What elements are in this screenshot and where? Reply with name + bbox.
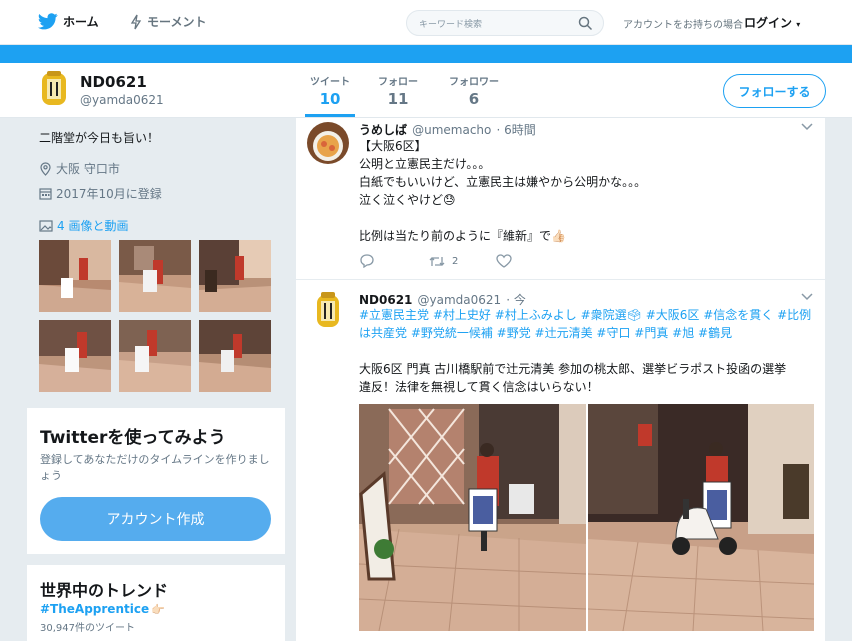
tweet-actions: 2 bbox=[359, 254, 513, 268]
login-label: ログイン bbox=[744, 16, 793, 30]
retweet-icon[interactable] bbox=[428, 255, 446, 268]
search-placeholder: キーワード検索 bbox=[419, 20, 483, 30]
reply-icon[interactable] bbox=[359, 254, 375, 268]
have-account-text: アカウントをお持ちの場合 bbox=[623, 20, 743, 31]
chevron-down-icon[interactable] bbox=[801, 293, 813, 301]
calendar-icon bbox=[39, 188, 52, 200]
tweet-author-name[interactable]: ND0621 bbox=[359, 293, 412, 307]
profile-bio: 二階堂が今日も旨い！ bbox=[39, 131, 160, 145]
tweet-time[interactable]: · 今 bbox=[506, 293, 526, 307]
nav-moments[interactable]: モーメント bbox=[130, 13, 207, 30]
profile-joined: 2017年10月に登録 bbox=[39, 185, 162, 202]
profile-name[interactable]: ND0621 bbox=[80, 73, 147, 91]
tweet-time[interactable]: · 6時間 bbox=[496, 123, 535, 137]
tweet-author-name[interactable]: うめしば bbox=[359, 123, 407, 137]
tweet-line: 違反！法律を無視して貫く信念はいらない！ bbox=[359, 380, 599, 394]
trends-card: 世界中のトレンド #TheApprentice 👉🏻 30,947件のツイート bbox=[27, 565, 285, 641]
media-thumbnail[interactable] bbox=[199, 320, 271, 392]
search-icon[interactable] bbox=[578, 16, 593, 31]
search-input[interactable]: キーワード検索 bbox=[406, 10, 604, 36]
tweet-hashtags[interactable]: #立憲民主党 #村上史好 #村上ふみよし #衆院選🗳 #大阪6区 #信念を貫く … bbox=[359, 306, 819, 324]
stat-tweets[interactable]: ツイート 10 bbox=[305, 73, 355, 108]
media-link[interactable]: 4 画像と動画 bbox=[39, 217, 128, 234]
tweet-line bbox=[359, 209, 819, 227]
image-icon bbox=[39, 219, 53, 232]
trends-title: 世界中のトレンド bbox=[40, 581, 169, 600]
signup-text: 登録してあなただけのタイムラインを作りましょう bbox=[40, 453, 270, 482]
profile-nav-bar: ND0621 @yamda0621 ツイート 10 フォロー 11 フォロワー … bbox=[0, 63, 852, 118]
create-account-button[interactable]: アカウント作成 bbox=[40, 497, 271, 541]
trend-count: 30,947件のツイート bbox=[40, 623, 135, 634]
profile-avatar[interactable] bbox=[38, 71, 70, 107]
tweet-text: #立憲民主党 #村上史好 #村上ふみよし #衆院選🗳 #大阪6区 #信念を貫く … bbox=[359, 306, 819, 396]
stat-value: 10 bbox=[319, 90, 341, 108]
location-pin-icon bbox=[40, 161, 51, 176]
caret-down-icon: ▾ bbox=[796, 20, 801, 29]
tweet-line: 【大阪6区】 bbox=[359, 139, 427, 153]
tweet-photo[interactable] bbox=[359, 404, 586, 631]
nav-home[interactable]: ホーム bbox=[38, 13, 99, 30]
tweet-author-handle[interactable]: @umemacho bbox=[412, 123, 491, 137]
tweet[interactable]: ND0621 @yamda0621 · 今 #立憲民主党 #村上史好 #村上ふみ… bbox=[296, 281, 825, 641]
media-thumbnail[interactable] bbox=[119, 240, 191, 312]
tweet-line: 白紙でもいいけど、立憲民主は嫌やから公明かな。。。 bbox=[359, 175, 647, 189]
tweet-hashtags[interactable]: は共産党 #野党統一候補 #野党 #辻元清美 #守口 #門真 #旭 #鶴見 bbox=[359, 324, 819, 342]
twitter-bird-icon bbox=[38, 13, 58, 30]
chevron-down-icon[interactable] bbox=[801, 123, 813, 131]
joined-text: 2017年10月に登録 bbox=[56, 187, 162, 201]
signup-title: Twitterを使ってみよう bbox=[40, 428, 226, 448]
active-tab-indicator bbox=[305, 114, 355, 117]
profile-handle[interactable]: @yamda0621 bbox=[80, 93, 164, 107]
trend-item[interactable]: #TheApprentice 👉🏻 bbox=[40, 602, 165, 616]
media-thumbnail[interactable] bbox=[39, 240, 111, 312]
top-navigation: ホーム モーメント キーワード検索 アカウントをお持ちの場合 ログイン ▾ bbox=[0, 0, 852, 45]
heart-icon[interactable] bbox=[496, 254, 513, 268]
tweet-avatar[interactable] bbox=[307, 289, 349, 331]
tweet-photo[interactable] bbox=[588, 404, 814, 631]
stat-label: ツイート bbox=[310, 77, 350, 88]
stat-followers[interactable]: フォロワー 6 bbox=[445, 73, 503, 108]
stat-following[interactable]: フォロー 11 bbox=[373, 73, 423, 108]
stat-label: フォロワー bbox=[449, 77, 499, 88]
media-thumbnail[interactable] bbox=[39, 320, 111, 392]
tweet-avatar[interactable] bbox=[307, 122, 349, 164]
pointing-hand-icon: 👉🏻 bbox=[151, 602, 165, 616]
tweet-line bbox=[359, 342, 819, 360]
trend-tag: #TheApprentice bbox=[40, 602, 150, 616]
tweet-line: 公明と立憲民主だけ。。。 bbox=[359, 157, 491, 171]
profile-location: 大阪 守口市 bbox=[39, 160, 120, 177]
profile-banner bbox=[0, 45, 852, 63]
tweet-text: 【大阪6区】 公明と立憲民主だけ。。。 白紙でもいいけど、立憲民主は嫌やから公明… bbox=[359, 137, 819, 245]
location-text[interactable]: 大阪 守口市 bbox=[56, 160, 120, 177]
follow-button[interactable]: フォローする bbox=[723, 74, 826, 108]
nav-moments-label: モーメント bbox=[147, 15, 207, 29]
tweet-author-handle[interactable]: @yamda0621 bbox=[418, 293, 502, 307]
media-thumbnail[interactable] bbox=[119, 320, 191, 392]
signup-card: Twitterを使ってみよう 登録してあなただけのタイムラインを作りましょう ア… bbox=[27, 408, 285, 554]
lightning-icon bbox=[130, 14, 142, 29]
tweet-line: 大阪6区 門真 古川橋駅前で辻元清美 参加の桃太郎、選挙ビラポスト投函の選挙 bbox=[359, 362, 787, 376]
stat-label: フォロー bbox=[378, 77, 418, 88]
stat-value: 11 bbox=[387, 90, 409, 108]
stat-value: 6 bbox=[468, 90, 480, 108]
tweet-header: うめしば @umemacho · 6時間 bbox=[359, 119, 536, 138]
tweet-line: 泣く泣くやけど😓 bbox=[359, 193, 456, 207]
timeline: うめしば @umemacho · 6時間 【大阪6区】 公明と立憲民主だけ。。。… bbox=[296, 118, 825, 641]
tweet[interactable]: うめしば @umemacho · 6時間 【大阪6区】 公明と立憲民主だけ。。。… bbox=[296, 118, 825, 280]
media-thumbnail[interactable] bbox=[199, 240, 271, 312]
login-button[interactable]: ログイン ▾ bbox=[744, 14, 800, 31]
retweet-count: 2 bbox=[452, 255, 459, 267]
nav-home-label: ホーム bbox=[63, 15, 99, 29]
media-link-label: 4 画像と動画 bbox=[57, 219, 129, 233]
tweet-line: 比例は当たり前のように『維新』で👍🏻 bbox=[359, 229, 566, 243]
